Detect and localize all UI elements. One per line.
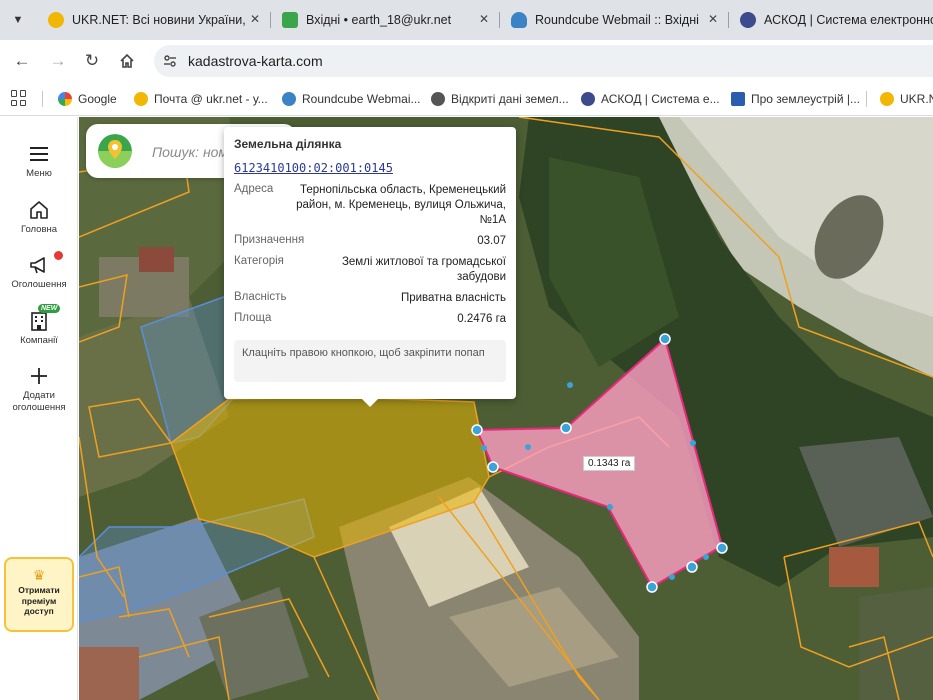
- roundcube-favicon-icon: [511, 12, 527, 28]
- row-key: Призначення: [234, 234, 305, 246]
- forward-button[interactable]: →: [46, 49, 70, 73]
- bookmark-label: Google: [78, 92, 117, 106]
- premium-label: преміум: [21, 595, 57, 606]
- askod-favicon-icon: [740, 12, 756, 28]
- tab-separator: [499, 12, 500, 28]
- url-text: kadastrova-karta.com: [188, 53, 323, 69]
- premium-label: Отримати: [18, 585, 60, 595]
- bookmark-separator: [42, 91, 43, 107]
- sidebar-item-menu[interactable]: Меню: [0, 143, 78, 180]
- bookmarks-bar: Google Почта @ ukr.net - у... Roundcube …: [0, 82, 933, 116]
- notification-dot: [54, 251, 63, 260]
- tab-separator: [270, 12, 271, 28]
- cadastral-number-link[interactable]: 6123410100:02:001:0145: [234, 161, 393, 175]
- close-tab-icon[interactable]: ✕: [708, 12, 718, 26]
- site-logo-icon: [98, 134, 132, 168]
- bookmark-separator: [866, 91, 867, 107]
- row-value: 0.2476 га: [457, 313, 506, 325]
- mail-favicon-icon: [282, 12, 298, 28]
- bookmark-roundcube[interactable]: Roundcube Webmai...: [282, 90, 421, 108]
- sidebar-item-ads[interactable]: Оголошення: [0, 251, 78, 291]
- home-icon: [30, 201, 48, 219]
- popup-row-address: Адреса Тернопільська область, Кременецьк…: [234, 183, 506, 228]
- popup-row-area: Площа 0.2476 га: [234, 312, 506, 327]
- popup-title: Земельна ділянка: [234, 137, 342, 151]
- tab-strip: ▼ UKR.NET: Всі новини України, ✕ Вхідні …: [0, 0, 933, 40]
- bookmark-askod[interactable]: АСКОД | Система е...: [581, 90, 720, 108]
- address-bar[interactable]: kadastrova-karta.com: [154, 45, 933, 77]
- row-key: Категорія: [234, 255, 284, 267]
- site-info-icon[interactable]: [162, 53, 178, 69]
- roundcube-favicon-icon: [282, 92, 296, 106]
- search-input[interactable]: Пошук: ном: [152, 144, 228, 160]
- building-icon: [31, 312, 47, 331]
- tab-title: Roundcube Webmail :: Вхідні: [535, 13, 699, 27]
- close-tab-icon[interactable]: ✕: [250, 12, 260, 26]
- popup-row-purpose: Призначення 03.07: [234, 234, 506, 249]
- tab-title: АСКОД | Система електронно: [764, 13, 933, 27]
- bookmark-label: Про землеустрій |...: [751, 92, 860, 106]
- crown-icon: ♛: [32, 567, 46, 583]
- bookmark-label: UKR.N: [900, 92, 933, 106]
- bookmark-zemleustrij[interactable]: Про землеустрій |...: [731, 90, 860, 108]
- bookmark-ukrnet-mail[interactable]: Почта @ ukr.net - у...: [134, 90, 268, 108]
- askod-favicon-icon: [581, 92, 595, 106]
- bookmark-ukrnet[interactable]: UKR.N: [880, 90, 933, 108]
- bookmark-open-data[interactable]: Відкриті дані земел...: [431, 90, 569, 108]
- row-key: Власність: [234, 291, 287, 303]
- row-key: Площа: [234, 312, 272, 324]
- google-icon: [58, 92, 72, 106]
- bookmark-label: Roundcube Webmai...: [302, 92, 421, 106]
- popup-row-ownership: Власність Приватна власність: [234, 291, 506, 306]
- bookmark-label: Почта @ ukr.net - у...: [154, 92, 268, 106]
- tab-separator: [728, 12, 729, 28]
- tab-mail-inbox[interactable]: Вхідні • earth_18@ukr.net ✕: [272, 6, 497, 34]
- sidebar-item-label: Головна: [20, 224, 58, 235]
- bookmark-label: Відкриті дані земел...: [451, 92, 569, 106]
- megaphone-icon: [30, 257, 45, 274]
- home-button[interactable]: [115, 49, 139, 73]
- measurement-area-label: 0.1343 га: [583, 456, 636, 471]
- tab-askod[interactable]: АСКОД | Система електронно: [730, 6, 933, 34]
- globe-icon: [431, 92, 445, 106]
- plus-icon: [31, 368, 47, 384]
- tab-roundcube[interactable]: Roundcube Webmail :: Вхідні ✕: [501, 6, 726, 34]
- premium-label: доступ: [24, 606, 54, 616]
- sidebar-item-label: Компанії: [20, 335, 58, 346]
- row-value: Землі житлової та громадської забудови: [341, 256, 506, 283]
- popup-row-category: Категорія Землі житлової та громадської …: [234, 255, 506, 285]
- sidebar-item-label: Меню: [26, 168, 52, 179]
- sidebar-item-home[interactable]: Головна: [0, 199, 78, 236]
- tab-title: UKR.NET: Всі новини України,: [72, 13, 246, 27]
- bookmark-label: АСКОД | Система е...: [601, 92, 720, 106]
- premium-access-button[interactable]: ♛ Отримати преміум доступ: [4, 557, 74, 632]
- sidebar-item-add-ad[interactable]: Додати оголошення: [0, 365, 78, 414]
- row-key: Адреса: [234, 183, 274, 195]
- row-value: Приватна власність: [400, 292, 506, 304]
- bookmark-google[interactable]: Google: [58, 90, 117, 108]
- row-value: Тернопільська область, Кременецький райо…: [296, 184, 506, 226]
- hamburger-icon: [30, 147, 48, 161]
- tab-title: Вхідні • earth_18@ukr.net: [306, 13, 452, 27]
- pin-popup-hint: Клацніть правою кнопкою, щоб закріпити п…: [234, 340, 506, 382]
- ukrnet-favicon-icon: [880, 92, 894, 106]
- home-icon: [120, 53, 134, 68]
- parcel-info-popup: Земельна ділянка 6123410100:02:001:0145 …: [224, 127, 516, 407]
- ukrnet-favicon-icon: [134, 92, 148, 106]
- ukrnet-favicon-icon: [48, 12, 64, 28]
- tab-search-chevron-icon[interactable]: ▼: [6, 8, 30, 32]
- close-tab-icon[interactable]: ✕: [479, 12, 489, 26]
- row-value: 03.07: [477, 235, 506, 247]
- sidebar-item-label: Додати оголошення: [12, 390, 66, 413]
- sidebar-item-label: Оголошення: [11, 279, 67, 290]
- back-button[interactable]: ←: [10, 49, 34, 73]
- new-badge: NEW: [38, 304, 61, 313]
- browser-toolbar: ← → ↻ kadastrova-karta.com: [0, 40, 933, 82]
- sidebar-item-companies[interactable]: NEW Компанії: [0, 304, 78, 347]
- tab-ukrnet[interactable]: UKR.NET: Всі новини України, ✕: [38, 6, 268, 34]
- apps-grid-icon[interactable]: [11, 90, 27, 106]
- trident-icon: [731, 92, 745, 106]
- reload-button[interactable]: ↻: [80, 49, 104, 73]
